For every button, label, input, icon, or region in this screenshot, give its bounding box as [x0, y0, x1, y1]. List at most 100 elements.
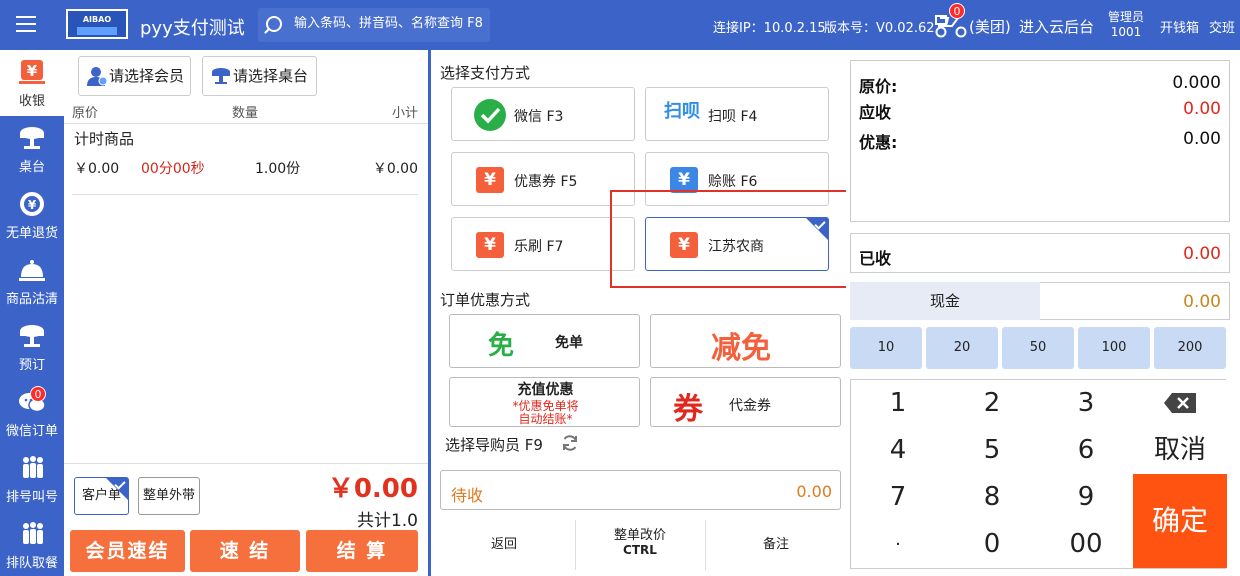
- quick-amount-50[interactable]: 50: [1002, 327, 1074, 369]
- pay-method-coupon[interactable]: ¥ 优惠券 F5: [451, 152, 635, 206]
- row-subtotal: ￥0.00: [372, 161, 418, 177]
- cloud-backend-link[interactable]: 进入云后台: [1019, 16, 1094, 37]
- refresh-icon[interactable]: [561, 434, 579, 452]
- return-icon: ¥: [20, 192, 44, 216]
- quick-amount-20[interactable]: 20: [926, 327, 998, 369]
- bell-icon: [19, 260, 45, 281]
- checkout-button[interactable]: 结 算: [306, 530, 418, 572]
- key-0[interactable]: 0: [945, 521, 1039, 568]
- meituan-label[interactable]: (美团): [969, 16, 1011, 37]
- key-7[interactable]: 7: [851, 474, 945, 521]
- pending-amount-field[interactable]: 待收 0.00: [440, 470, 841, 510]
- cancel-key[interactable]: 取消: [1133, 427, 1227, 474]
- nav-label-soldout: 商品沽清: [5, 292, 58, 307]
- free-order-button[interactable]: 免 免单: [449, 314, 640, 368]
- summary-box: 原价: 0.000 应收 0.00 优惠: 0.00: [850, 60, 1230, 222]
- wechat-order-badge: 0: [30, 386, 46, 402]
- nav-item-queue[interactable]: 排号叫号: [0, 446, 64, 512]
- queue-icon: [23, 456, 43, 478]
- key-6[interactable]: 6: [1039, 427, 1133, 474]
- reserve-icon: [20, 325, 44, 347]
- quick-amount-100[interactable]: 100: [1078, 327, 1150, 369]
- select-member-button[interactable]: 请选择会员: [78, 56, 191, 96]
- version-label: 版本号：V0.02.62: [824, 21, 935, 36]
- menu-icon[interactable]: [16, 16, 36, 32]
- pay-method-credit[interactable]: ¥ 赊账 F6: [645, 152, 829, 206]
- pay-label-jiangsu-bank: 江苏农商: [708, 239, 764, 255]
- member-icon: [87, 67, 107, 86]
- svg-text:¥: ¥: [28, 198, 37, 212]
- nav-label-cashier: 收银: [18, 94, 45, 109]
- order-panel: 请选择会员 请选择桌台 原价 数量 小计 计时商品 ￥0.00 00分00秒 1…: [64, 50, 428, 576]
- nav-item-pickup[interactable]: 排队取餐: [0, 512, 64, 576]
- backspace-icon: [1164, 393, 1196, 413]
- row-divider: [72, 194, 418, 195]
- voucher-button[interactable]: 券 代金券: [650, 377, 841, 427]
- payment-panel: 选择支付方式 微信 F3 扫呗 扫呗 F4 ¥ 优惠券 F5 ¥ 赊账 F6 ¥…: [431, 50, 846, 576]
- key-1[interactable]: 1: [851, 380, 945, 427]
- backspace-key[interactable]: [1133, 380, 1227, 427]
- search-input[interactable]: [294, 16, 484, 31]
- quick-amount-10[interactable]: 10: [850, 327, 922, 369]
- pending-label: 待收: [451, 486, 484, 505]
- member-quick-button[interactable]: 会员速结: [70, 530, 185, 572]
- nav-label-return: 无单退货: [5, 226, 58, 241]
- key-3[interactable]: 3: [1039, 380, 1133, 427]
- nav-item-wechat-order[interactable]: 0 微信订单: [0, 380, 64, 446]
- recharge-note-line2: 自动结账*: [518, 412, 573, 426]
- whole-reprice-button[interactable]: 整单改价 CTRL: [575, 520, 705, 570]
- nav-item-cashier[interactable]: ¥ 收银: [0, 50, 64, 116]
- confirm-button[interactable]: 确定: [1133, 474, 1227, 568]
- logo: AIBAO: [66, 9, 128, 39]
- pay-label-wechat: 微信 F3: [514, 109, 564, 125]
- cash-input[interactable]: 0.00: [1040, 282, 1230, 320]
- search-box[interactable]: [258, 8, 490, 42]
- wechat-icon: [474, 99, 506, 131]
- whole-takeout-button[interactable]: 整单外带: [138, 477, 200, 515]
- search-icon: [266, 16, 282, 32]
- remark-button[interactable]: 备注: [711, 520, 841, 570]
- nav-item-reserve[interactable]: 预订: [0, 314, 64, 380]
- key-dot[interactable]: ·: [851, 521, 945, 568]
- pay-method-saobei[interactable]: 扫呗 扫呗 F4: [645, 87, 829, 141]
- table-select-icon: [212, 68, 230, 84]
- reduction-label: 减免: [711, 331, 771, 366]
- pay-method-jiangsu-bank[interactable]: ¥ 江苏农商: [645, 217, 829, 271]
- quick-settle-button[interactable]: 速 结: [190, 530, 300, 572]
- nav-item-return[interactable]: ¥ 无单退货: [0, 182, 64, 248]
- cash-tab[interactable]: 现金: [850, 282, 1040, 320]
- footer-divider: [64, 463, 428, 464]
- guide-selector[interactable]: 选择导购员 F9: [445, 434, 543, 455]
- pending-amount: 0.00: [796, 482, 832, 501]
- quick-amount-200[interactable]: 200: [1154, 327, 1226, 369]
- col-header-subtotal: 小计: [391, 106, 418, 121]
- saobei-icon: 扫呗: [664, 101, 700, 122]
- bottom-divider-2: [705, 520, 706, 570]
- key-9[interactable]: 9: [1039, 474, 1133, 521]
- whole-reprice-key: CTRL: [623, 543, 657, 557]
- back-button[interactable]: 返回: [439, 520, 569, 570]
- customer-order-button[interactable]: 客户单: [74, 477, 129, 515]
- open-drawer-button[interactable]: 开钱箱: [1160, 17, 1199, 36]
- total-amount: ￥0.00: [327, 474, 418, 504]
- pay-method-wechat[interactable]: 微信 F3: [451, 87, 635, 141]
- original-price-label: 原价:: [859, 77, 898, 96]
- nav-item-soldout[interactable]: 商品沽清: [0, 248, 64, 314]
- pay-method-leshua[interactable]: ¥ 乐刷 F7: [451, 217, 635, 271]
- key-00[interactable]: 00: [1039, 521, 1133, 568]
- discount-label: 优惠:: [859, 133, 898, 152]
- key-5[interactable]: 5: [945, 427, 1039, 474]
- key-8[interactable]: 8: [945, 474, 1039, 521]
- reduction-button[interactable]: 减免: [650, 314, 841, 368]
- recharge-discount-button[interactable]: 充值优惠 *优惠免单将 自动结账*: [449, 377, 640, 427]
- nav-item-table[interactable]: 桌台: [0, 116, 64, 182]
- leshua-yen-icon: ¥: [474, 229, 506, 261]
- key-2[interactable]: 2: [945, 380, 1039, 427]
- summary-panel: 原价: 0.000 应收 0.00 优惠: 0.00 已收 0.00 现金 0.…: [846, 50, 1240, 576]
- select-member-label: 请选择会员: [109, 67, 185, 85]
- key-4[interactable]: 4: [851, 427, 945, 474]
- pickup-icon: [23, 522, 43, 544]
- handover-button[interactable]: 交班: [1209, 17, 1235, 36]
- table-icon: [20, 127, 44, 149]
- select-table-button[interactable]: 请选择桌台: [202, 56, 317, 96]
